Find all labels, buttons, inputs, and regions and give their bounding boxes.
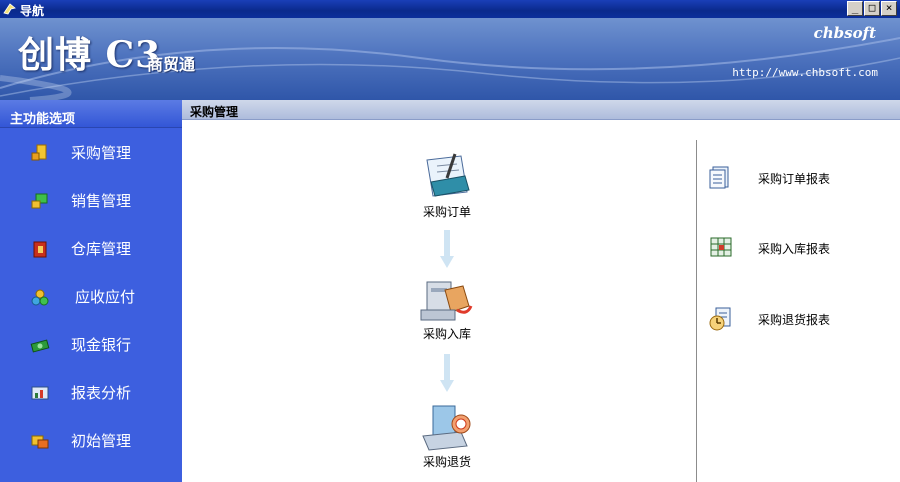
flow-item-label: 采购退货 [422, 455, 471, 469]
report-link-purchase-return[interactable]: 采购退货报表 [708, 306, 858, 331]
report-link-label: 采购订单报表 [758, 172, 831, 186]
purchase-order-icon [426, 153, 470, 197]
sidebar-item-init[interactable]: 初始管理 [30, 426, 180, 456]
flow-item-label: 采购入库 [422, 327, 471, 341]
report-link-purchase-order[interactable]: 采购订单报表 [708, 165, 858, 189]
product-logo-subtitle: 商贸通 [147, 55, 196, 74]
window-title: 导航 [20, 4, 45, 18]
sidebar-header: 主功能选项 [0, 100, 182, 128]
header-banner: 创博 C3 商贸通 chbsoft http://www.chbsoft.com [0, 18, 900, 100]
receivable-icon [31, 289, 49, 306]
sidebar-item-cash[interactable]: 现金银行 [30, 330, 180, 360]
title-bar: 导航 _ □ × [0, 0, 900, 18]
stockin-report-icon [710, 237, 732, 257]
sales-icon [31, 193, 48, 209]
brand-name: chbsoft [813, 24, 876, 42]
sidebar-item-label: 报表分析 [71, 384, 132, 402]
sidebar-item-report-analysis[interactable]: 报表分析 [30, 378, 180, 408]
panel-divider [696, 140, 697, 482]
purchase-stockin-icon [420, 281, 473, 321]
purchase-icon [31, 144, 47, 161]
report-link-label: 采购退货报表 [758, 313, 831, 327]
sidebar-item-label: 初始管理 [71, 432, 132, 450]
report-analysis-icon [31, 386, 49, 400]
minimize-button[interactable]: _ [847, 1, 863, 16]
sidebar-item-warehouse[interactable]: 仓库管理 [30, 234, 180, 264]
return-report-icon [709, 307, 731, 331]
report-link-label: 采购入库报表 [758, 242, 831, 256]
sidebar: 主功能选项 采购管理 销售管理 仓库管理 应收应付 现金银行 报表分析 初始管理 [0, 100, 182, 482]
purchase-return-icon [422, 405, 471, 451]
app-icon [3, 3, 16, 15]
flow-item-purchase-return[interactable]: 采购退货 [402, 402, 492, 470]
init-icon [31, 435, 49, 449]
cash-icon [30, 339, 50, 353]
sidebar-item-sales[interactable]: 销售管理 [30, 186, 180, 216]
flow-item-label: 采购订单 [422, 205, 471, 219]
flow-item-purchase-stockin[interactable]: 采购入库 [402, 276, 492, 342]
flow-arrow-down [440, 230, 454, 268]
sidebar-item-purchase[interactable]: 采购管理 [30, 138, 180, 168]
sidebar-item-receivable[interactable]: 应收应付 [30, 282, 180, 312]
sidebar-item-label: 仓库管理 [71, 240, 132, 258]
report-link-purchase-stockin[interactable]: 采购入库报表 [708, 235, 858, 259]
sidebar-item-label: 采购管理 [71, 144, 132, 162]
sidebar-item-label: 现金银行 [71, 336, 132, 354]
sidebar-item-label: 销售管理 [71, 192, 132, 210]
product-logo: 创博 C3 [18, 34, 162, 76]
close-button[interactable]: × [881, 1, 897, 16]
sidebar-item-label: 应收应付 [75, 288, 136, 306]
main-panel-header: 采购管理 [182, 100, 900, 120]
maximize-button[interactable]: □ [864, 1, 880, 16]
website-url: http://www.chbsoft.com [732, 66, 878, 79]
flow-item-purchase-order[interactable]: 采购订单 [402, 152, 492, 220]
warehouse-icon [33, 241, 47, 258]
order-report-icon [709, 166, 729, 189]
flow-arrow-down [440, 354, 454, 392]
